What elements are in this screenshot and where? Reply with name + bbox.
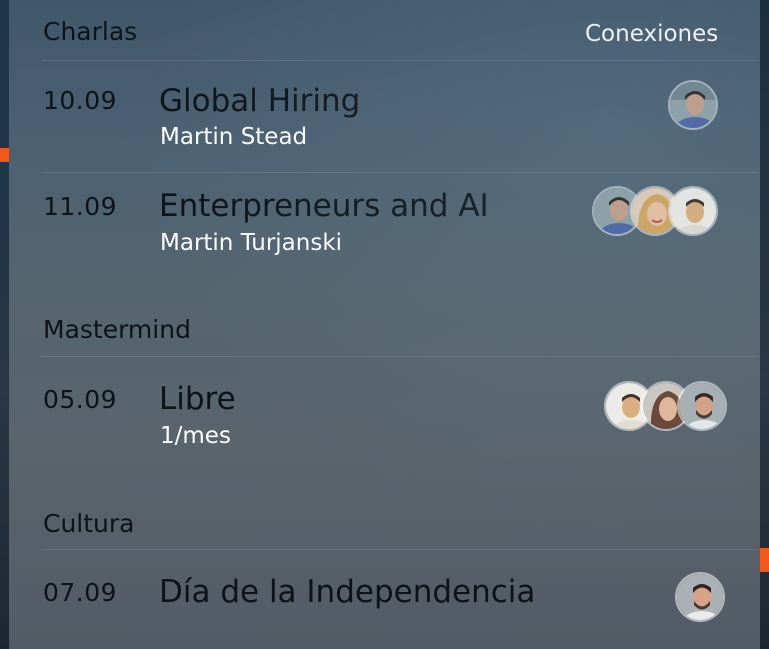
event-date: 11.09 — [43, 192, 118, 221]
events-panel: Charlas Conexiones 10.09 Global Hiring M… — [9, 0, 760, 649]
avatar[interactable] — [668, 186, 718, 236]
event-speaker: Martin Stead — [160, 124, 308, 150]
attendee-avatars[interactable] — [668, 80, 724, 134]
connections-header[interactable]: Conexiones — [585, 19, 718, 49]
divider — [41, 549, 759, 550]
attendee-avatars[interactable] — [592, 186, 724, 240]
accent-strip-right — [760, 548, 769, 572]
divider — [41, 356, 759, 357]
section-header-charlas: Charlas — [43, 17, 138, 46]
avatar[interactable] — [677, 381, 727, 431]
avatar[interactable] — [675, 572, 725, 622]
event-speaker: Martin Turjanski — [160, 230, 343, 256]
attendee-avatars[interactable] — [675, 572, 731, 626]
divider — [41, 172, 759, 173]
attendee-avatars[interactable] — [604, 381, 729, 435]
event-date: 10.09 — [43, 86, 118, 115]
divider — [41, 60, 759, 61]
event-title: Global Hiring — [159, 83, 361, 119]
event-detail: 1/mes — [160, 423, 231, 449]
event-date: 07.09 — [43, 578, 118, 607]
accent-strip-left — [0, 148, 9, 162]
section-header-cultura: Cultura — [43, 509, 135, 538]
event-title: Enterpreneurs and AI — [159, 188, 489, 224]
event-date: 05.09 — [43, 385, 118, 414]
event-title: Libre — [159, 381, 236, 417]
section-header-mastermind: Mastermind — [43, 315, 191, 344]
event-title: Día de la Independencia — [159, 574, 536, 610]
avatar[interactable] — [668, 80, 718, 130]
